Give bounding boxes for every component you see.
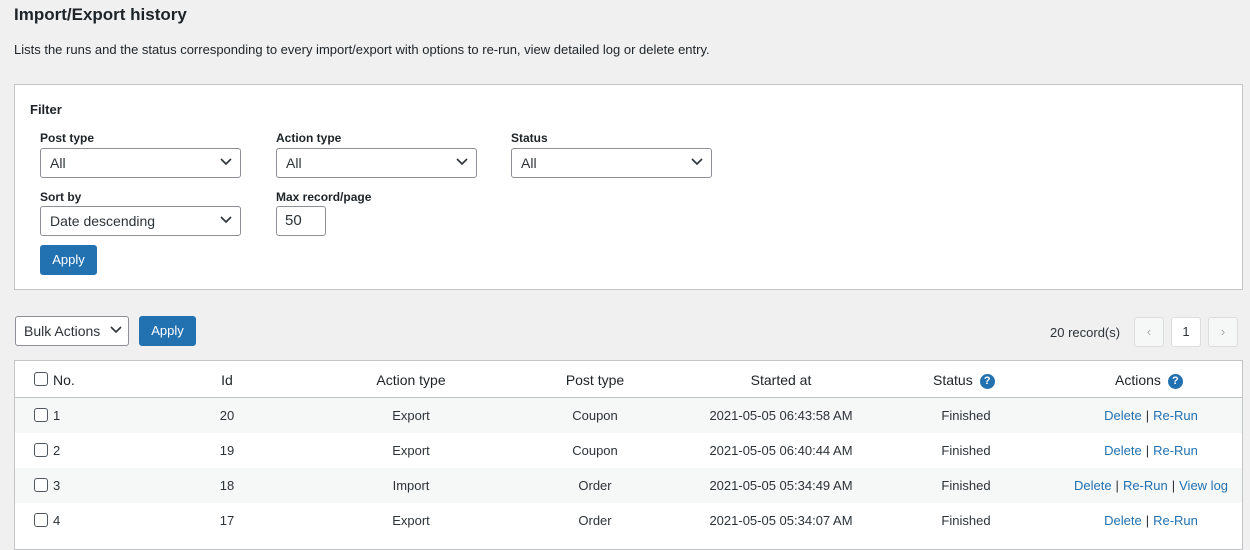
separator: | [1171, 478, 1176, 493]
header-no: No. [53, 372, 75, 388]
separator: | [1115, 478, 1119, 493]
header-post-type: Post type [565, 372, 625, 388]
separator: | [1145, 513, 1150, 528]
cell-no: 3 [53, 478, 61, 493]
status-label: Status [511, 131, 548, 145]
row-checkbox[interactable] [34, 408, 48, 422]
page-description: Lists the runs and the status correspond… [14, 42, 710, 57]
header-status-label: Status [933, 372, 973, 388]
header-status: Status? [933, 372, 995, 389]
header-action-type: Action type [376, 372, 446, 388]
cell-status: Finished [941, 478, 991, 493]
header-started-at: Started at [750, 372, 812, 388]
rerun-link[interactable]: Re-Run [1153, 443, 1198, 458]
history-table: No. Id Action type Post type Started at … [14, 360, 1243, 550]
sort-by-label: Sort by [40, 190, 82, 204]
filter-title: Filter [30, 102, 62, 117]
header-actions: Actions? [1115, 372, 1183, 389]
cell-action-type: Export [392, 443, 430, 458]
cell-action-type: Export [392, 513, 430, 528]
cell-actions: Delete | Re-Run | View log [1074, 478, 1228, 493]
post-type-select[interactable]: All [40, 148, 241, 178]
filter-panel: Filter Post type All Action type All Sta… [14, 84, 1243, 290]
cell-started-at: 2021-05-05 06:40:44 AM [709, 443, 853, 458]
cell-no: 2 [53, 443, 61, 458]
cell-actions: Delete | Re-Run [1104, 513, 1198, 528]
cell-post-type: Order [578, 513, 612, 528]
sort-by-select[interactable]: Date descending [40, 206, 241, 236]
cell-no: 4 [53, 513, 61, 528]
cell-action-type: Import [392, 478, 430, 493]
filter-apply-button[interactable]: Apply [40, 245, 97, 275]
row-checkbox[interactable] [34, 443, 48, 457]
action-type-select[interactable]: All [276, 148, 477, 178]
table-row: 3 18 Import Order 2021-05-05 05:34:49 AM… [15, 468, 1242, 503]
cell-id: 18 [219, 478, 235, 493]
cell-id: 20 [219, 408, 235, 423]
prev-page-button[interactable]: ‹ [1134, 317, 1164, 347]
help-icon[interactable]: ? [1167, 374, 1183, 389]
delete-link[interactable]: Delete [1104, 408, 1142, 423]
max-record-input[interactable]: 50 [276, 206, 326, 236]
help-icon[interactable]: ? [979, 374, 995, 389]
records-count: 20 record(s) [1050, 325, 1121, 340]
cell-action-type: Export [392, 408, 430, 423]
bulk-apply-button[interactable]: Apply [139, 316, 196, 346]
row-checkbox[interactable] [34, 478, 48, 492]
rerun-link[interactable]: Re-Run [1153, 408, 1198, 423]
action-type-label: Action type [276, 131, 342, 145]
status-select[interactable]: All [511, 148, 712, 178]
table-row: 2 19 Export Coupon 2021-05-05 06:40:44 A… [15, 433, 1242, 468]
table-row: 1 20 Export Coupon 2021-05-05 06:43:58 A… [15, 398, 1242, 433]
sort-by-value: Date descending [50, 213, 156, 229]
view-log-link[interactable]: View log [1179, 478, 1228, 493]
cell-id: 17 [219, 513, 235, 528]
table-row: 4 17 Export Order 2021-05-05 05:34:07 AM… [15, 503, 1242, 538]
cell-started-at: 2021-05-05 06:43:58 AM [709, 408, 853, 423]
cell-actions: Delete | Re-Run [1104, 443, 1198, 458]
rerun-link[interactable]: Re-Run [1153, 513, 1198, 528]
delete-link[interactable]: Delete [1074, 478, 1112, 493]
status-value: All [521, 155, 537, 171]
max-record-label: Max record/page [276, 190, 372, 204]
chevron-down-icon [110, 326, 122, 334]
cell-post-type: Coupon [572, 443, 618, 458]
current-page[interactable]: 1 [1171, 317, 1201, 347]
delete-link[interactable]: Delete [1104, 443, 1142, 458]
cell-status: Finished [941, 513, 991, 528]
cell-id: 19 [219, 443, 235, 458]
action-type-value: All [286, 155, 302, 171]
header-actions-label: Actions [1115, 372, 1161, 388]
table-header: No. Id Action type Post type Started at … [15, 361, 1242, 398]
post-type-label: Post type [40, 131, 95, 145]
row-checkbox[interactable] [34, 513, 48, 527]
next-page-button[interactable]: › [1208, 317, 1238, 347]
post-type-value: All [50, 155, 66, 171]
rerun-link[interactable]: Re-Run [1123, 478, 1168, 493]
cell-post-type: Coupon [572, 408, 618, 423]
select-all-checkbox[interactable] [34, 372, 48, 386]
cell-no: 1 [53, 408, 61, 423]
chevron-down-icon [456, 158, 468, 166]
page-title: Import/Export history [14, 5, 187, 24]
cell-started-at: 2021-05-05 05:34:49 AM [709, 478, 853, 493]
header-id: Id [221, 372, 233, 388]
cell-status: Finished [941, 443, 991, 458]
bulk-actions-value: Bulk Actions [24, 323, 101, 339]
separator: | [1145, 443, 1150, 458]
cell-post-type: Order [578, 478, 612, 493]
separator: | [1145, 408, 1150, 423]
chevron-down-icon [220, 216, 232, 224]
chevron-down-icon [691, 158, 703, 166]
cell-actions: Delete | Re-Run [1104, 408, 1198, 423]
chevron-down-icon [220, 158, 232, 166]
delete-link[interactable]: Delete [1104, 513, 1142, 528]
cell-started-at: 2021-05-05 05:34:07 AM [709, 513, 853, 528]
cell-status: Finished [941, 408, 991, 423]
bulk-actions-select[interactable]: Bulk Actions [15, 316, 129, 346]
